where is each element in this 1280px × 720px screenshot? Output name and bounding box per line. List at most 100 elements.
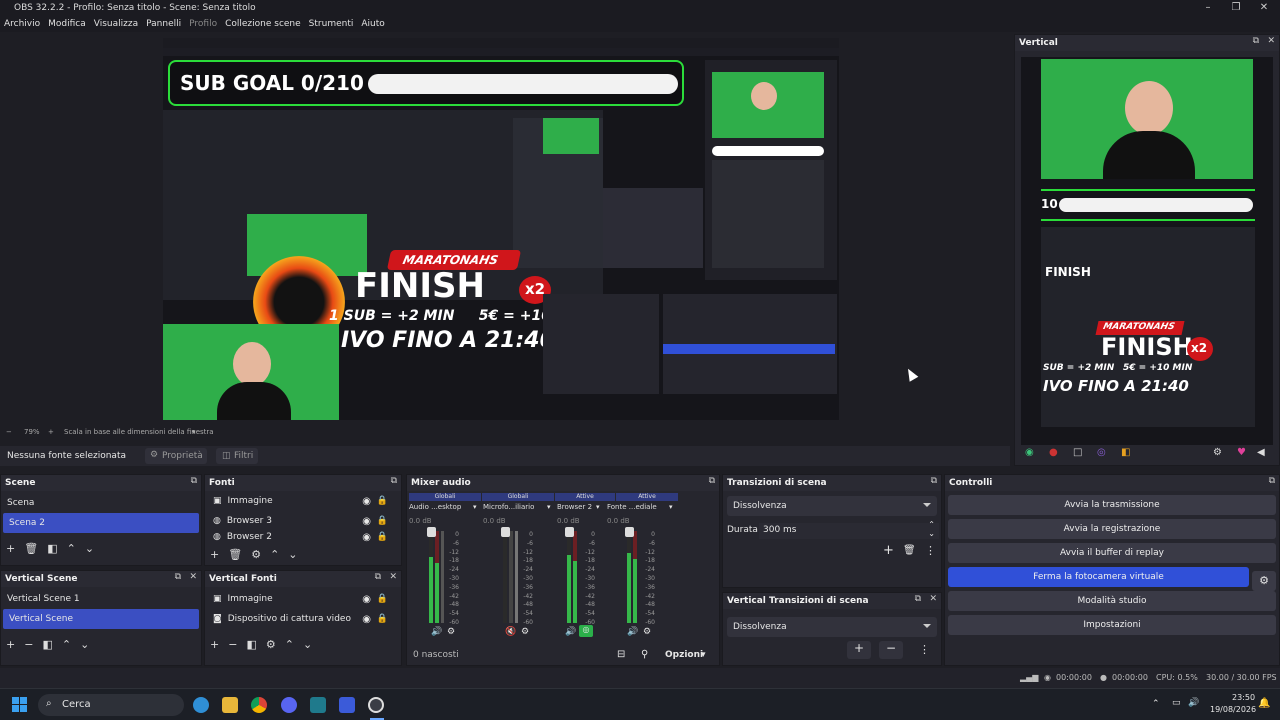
notification-icon[interactable]: 🔔 <box>1258 698 1270 709</box>
studio-mode-button[interactable]: Modalità studio <box>948 591 1276 611</box>
zoom-in-button[interactable]: + <box>48 428 54 436</box>
volume-icon[interactable]: 🔊 <box>1188 698 1199 708</box>
vertical-scene-item-selected[interactable]: Vertical Scene <box>3 609 199 629</box>
heart-icon[interactable]: ♥ <box>1237 447 1246 458</box>
start-recording-button[interactable]: Avvia la registrazione <box>948 519 1276 539</box>
volume-fader[interactable] <box>501 527 510 537</box>
vertical-source-item[interactable]: ◙ Dispositivo di cattura video ◉ 🔒 <box>205 609 401 629</box>
source-item[interactable]: ◍ Browser 2 ◉ 🔒 <box>205 531 401 543</box>
eye-icon[interactable]: ◉ <box>362 594 371 605</box>
obs-icon[interactable] <box>368 697 384 713</box>
trash-icon[interactable]: 🗑 <box>903 545 916 556</box>
eye-icon[interactable]: ◉ <box>362 496 371 507</box>
file-explorer-icon[interactable] <box>222 697 238 713</box>
close-icon[interactable]: ✕ <box>1267 36 1275 46</box>
trash-icon[interactable]: 🗑 <box>228 548 242 561</box>
chrome-icon[interactable] <box>251 697 267 713</box>
up-icon[interactable]: ⌃ <box>270 548 279 561</box>
source-item[interactable]: ▣ Immagine ◉ 🔒 <box>205 491 401 511</box>
float-icon[interactable]: ⧉ <box>1253 36 1259 46</box>
app-icon[interactable] <box>339 697 355 713</box>
add-icon[interactable]: + <box>6 542 15 555</box>
monitor-icon[interactable]: ◎ <box>579 625 593 637</box>
speaker-icon[interactable]: 🔊 <box>627 627 638 637</box>
more-icon[interactable]: ⋮ <box>919 643 930 656</box>
lock-icon[interactable]: 🔒 <box>377 496 388 506</box>
gear-icon[interactable]: ⚙ <box>1252 571 1276 591</box>
chevron-down-icon[interactable]: ▾ <box>596 503 600 511</box>
menu-visualizza[interactable]: Visualizza <box>90 19 142 29</box>
float-icon[interactable]: ⧉ <box>709 476 715 486</box>
speaker-icon[interactable]: 🔊 <box>431 627 442 637</box>
volume-fader[interactable] <box>427 527 436 537</box>
transition-select[interactable]: Dissolvenza <box>727 496 937 516</box>
gear-icon[interactable]: ⚙ <box>266 638 276 651</box>
widgets-icon[interactable] <box>193 697 209 713</box>
close-icon[interactable]: ✕ <box>389 572 397 582</box>
add-icon[interactable]: + <box>210 638 219 651</box>
link-icon[interactable]: ⚲ <box>641 649 648 660</box>
start-replay-buffer-button[interactable]: Avvia il buffer di replay <box>948 543 1276 563</box>
filter-icon[interactable]: ◧ <box>47 542 57 555</box>
up-icon[interactable]: ⌃ <box>67 542 76 555</box>
windows-start-icon[interactable] <box>12 697 28 713</box>
remove-button[interactable]: − <box>879 641 903 659</box>
maximize-button[interactable]: ❐ <box>1222 0 1250 16</box>
remove-icon[interactable]: − <box>228 638 237 651</box>
gear-icon[interactable]: ⚙ <box>1213 447 1222 458</box>
vertical-transition-select[interactable]: Dissolvenza <box>727 617 937 637</box>
minimize-button[interactable]: – <box>1194 0 1222 16</box>
network-icon[interactable]: ▭ <box>1172 698 1181 708</box>
gear-icon[interactable]: ⚙ <box>521 627 529 637</box>
speaker-icon[interactable]: 🔊 <box>565 627 576 637</box>
record-icon[interactable]: ● <box>1049 447 1058 458</box>
lock-icon[interactable]: 🔒 <box>377 594 388 604</box>
chevron-down-icon[interactable]: ▾ <box>192 428 196 436</box>
chat-icon[interactable]: ◀ <box>1257 447 1265 458</box>
clock-date[interactable]: 19/08/2026 <box>1210 705 1256 714</box>
discord-icon[interactable] <box>281 697 297 713</box>
preview-area[interactable]: SUB GOAL 0/210 MARATONAHS FINISH x2 1 SU… <box>0 34 1010 436</box>
remove-icon[interactable]: − <box>24 638 33 651</box>
scene-item[interactable]: Scena <box>1 493 201 513</box>
add-icon[interactable]: + <box>210 548 219 561</box>
menu-modifica[interactable]: Modifica <box>44 19 90 29</box>
layout-icon[interactable]: ⊟ <box>617 649 625 660</box>
menu-collezione-scene[interactable]: Collezione scene <box>221 19 305 29</box>
menu-archivio[interactable]: Archivio <box>0 19 44 29</box>
settings-button[interactable]: Impostazioni <box>948 615 1276 635</box>
menu-aiuto[interactable]: Aiuto <box>357 19 388 29</box>
virtualcam-icon[interactable]: ◎ <box>1097 447 1106 458</box>
add-button[interactable]: + <box>847 641 871 659</box>
chevron-down-icon[interactable]: ▾ <box>547 503 551 511</box>
gear-icon[interactable]: ⚙ <box>643 627 651 637</box>
menu-profilo[interactable]: Profilo <box>185 19 221 29</box>
zoom-out-button[interactable]: − <box>6 428 12 436</box>
menu-strumenti[interactable]: Strumenti <box>305 19 358 29</box>
down-icon[interactable]: ⌄ <box>85 542 94 555</box>
spin-up-icon[interactable]: ⌃ <box>928 520 935 529</box>
options-button[interactable]: Opzioni <box>665 650 703 660</box>
up-icon[interactable]: ⌃ <box>285 638 294 651</box>
volume-fader[interactable] <box>565 527 574 537</box>
tray-chevron-icon[interactable]: ⌃ <box>1152 699 1160 709</box>
clock-time[interactable]: 23:50 <box>1232 693 1255 702</box>
up-icon[interactable]: ⌃ <box>62 638 71 651</box>
program-preview[interactable]: SUB GOAL 0/210 MARATONAHS FINISH x2 1 SU… <box>163 38 839 420</box>
filter-icon[interactable]: ◧ <box>246 638 256 651</box>
replay-icon[interactable]: ◧ <box>1121 447 1130 458</box>
gear-icon[interactable]: ⚙ <box>251 548 261 561</box>
lock-icon[interactable]: 🔒 <box>377 516 388 526</box>
add-icon[interactable]: + <box>883 543 894 558</box>
float-icon[interactable]: ⧉ <box>931 476 937 486</box>
vertical-preview[interactable]: 10 FINISH MARATONAHS FINISH x2 SUB = +2 … <box>1021 57 1273 445</box>
float-icon[interactable]: ⧉ <box>1269 476 1275 486</box>
stop-virtualcam-button[interactable]: Ferma la fotocamera virtuale <box>948 567 1249 587</box>
spin-down-icon[interactable]: ⌄ <box>928 529 935 538</box>
properties-button[interactable]: ⚙ Proprietà <box>145 448 207 464</box>
close-icon[interactable]: ✕ <box>929 594 937 604</box>
float-icon[interactable]: ⧉ <box>191 476 197 486</box>
volume-fader[interactable] <box>625 527 634 537</box>
source-item[interactable]: ◍ Browser 3 ◉ 🔒 <box>205 511 401 531</box>
chevron-down-icon[interactable]: ▾ <box>701 650 706 660</box>
